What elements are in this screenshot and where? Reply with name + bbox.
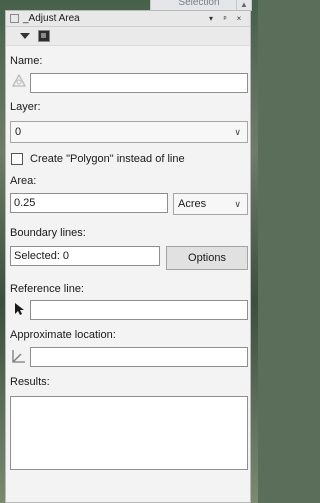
reference-line-field[interactable] — [30, 300, 248, 320]
tool-window-icon[interactable] — [38, 30, 50, 42]
area-field[interactable]: 0.25 — [10, 193, 168, 213]
panel-toolbar — [6, 27, 250, 46]
boundary-selected-field[interactable]: Selected: 0 — [10, 246, 160, 266]
collapse-triangle-icon[interactable] — [20, 33, 30, 39]
layer-select-value: 0 — [15, 126, 22, 138]
polygon-tool-icon[interactable] — [11, 73, 27, 88]
area-label: Area: — [10, 175, 37, 187]
name-label: Name: — [10, 55, 43, 67]
area-unit-value: Acres — [178, 198, 207, 210]
panel-close-icon[interactable]: × — [232, 14, 246, 23]
name-field[interactable] — [30, 73, 248, 93]
boundary-lines-label: Boundary lines: — [10, 227, 86, 239]
layer-label: Layer: — [10, 101, 41, 113]
panel-titlebar[interactable]: _Adjust Area ▾ ᵖ × — [6, 11, 250, 27]
panel-menu-dropdown-icon[interactable]: ▾ — [204, 14, 218, 23]
polygon-checkbox[interactable] — [11, 153, 23, 165]
angle-measure-icon[interactable] — [11, 348, 25, 363]
results-box[interactable] — [10, 396, 248, 470]
approximate-location-field[interactable] — [30, 347, 248, 367]
panel-window-icon — [10, 14, 19, 23]
reference-line-label: Reference line: — [10, 283, 84, 295]
chevron-down-icon: ∨ — [234, 199, 241, 209]
options-button[interactable]: Options — [166, 246, 248, 270]
layer-select[interactable]: 0 ∨ — [10, 121, 248, 143]
chevron-down-icon: ∨ — [234, 127, 241, 137]
polygon-option-label: Create "Polygon" instead of line — [30, 153, 185, 165]
panel-title: _Adjust Area — [23, 13, 80, 24]
area-unit-select[interactable]: Acres ∨ — [173, 193, 248, 215]
pointer-arrow-icon[interactable] — [12, 302, 26, 316]
panel-pin-icon[interactable]: ᵖ — [218, 14, 232, 23]
results-label: Results: — [10, 376, 50, 388]
approximate-location-label: Approximate location: — [10, 329, 116, 341]
